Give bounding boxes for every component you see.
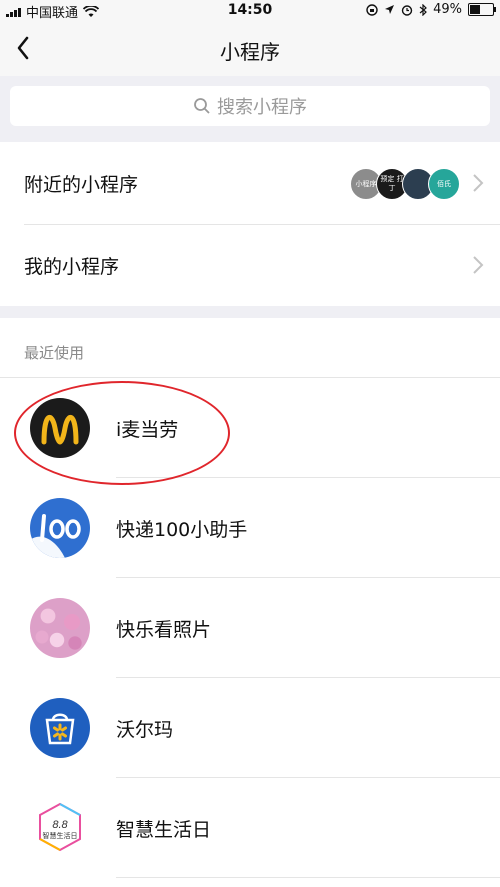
- item-name: 快递100小助手: [116, 519, 248, 541]
- battery-fill: [470, 5, 480, 14]
- nearby-avatars: 小程序 预定 打丁 佰氏: [350, 168, 460, 200]
- my-programs-label: 我的小程序: [24, 256, 120, 278]
- nearby-label: 附近的小程序: [24, 174, 139, 196]
- chevron-right-icon: [473, 256, 484, 274]
- search-icon: [194, 98, 210, 114]
- badge-88: 8.8: [52, 819, 68, 831]
- section-title: 最近使用: [24, 344, 85, 362]
- chevron-right-icon: [473, 174, 484, 192]
- search-input[interactable]: 搜索小程序: [10, 86, 490, 126]
- list-item[interactable]: 快递100小助手: [0, 478, 500, 578]
- orientation-lock-icon: [366, 3, 378, 16]
- mini-program-menu: 附近的小程序 小程序 预定 打丁 佰氏 我的小程序: [0, 142, 500, 306]
- smart-life-day-icon: 8.8 智慧生活日: [30, 798, 90, 858]
- status-bar: 中国联通 14:50 49%: [0, 0, 500, 21]
- battery-icon: [468, 3, 496, 16]
- recent-section: 最近使用 i麦当劳 快递100小助手 快乐看照片 沃尔玛 8.8 智慧生活日 智…: [0, 318, 500, 887]
- list-item[interactable]: 8.8 智慧生活日 智慧生活日: [0, 778, 500, 878]
- badge-88-sub: 智慧生活日: [43, 831, 78, 840]
- divider: [116, 877, 500, 878]
- status-right: 49%: [366, 2, 496, 17]
- nearby-mini-programs-row[interactable]: 附近的小程序 小程序 预定 打丁 佰氏: [0, 142, 500, 225]
- walmart-icon: [30, 698, 90, 758]
- mcdonalds-icon: [30, 398, 90, 458]
- nav-bar: 小程序: [0, 20, 500, 76]
- item-name: 沃尔玛: [116, 719, 174, 741]
- my-mini-programs-row[interactable]: 我的小程序: [0, 224, 500, 306]
- page-title: 小程序: [220, 40, 280, 64]
- nearby-avatar: 佰氏: [428, 168, 460, 200]
- location-icon: [385, 5, 395, 14]
- kuaidi100-icon: [30, 498, 90, 558]
- list-item[interactable]: 沃尔玛: [0, 678, 500, 778]
- list-item[interactable]: 快乐看照片: [0, 578, 500, 678]
- item-name: i麦当劳: [116, 419, 179, 441]
- item-name: 快乐看照片: [116, 619, 212, 641]
- search-placeholder: 搜索小程序: [217, 97, 307, 118]
- search-area: 搜索小程序: [0, 76, 500, 138]
- list-item[interactable]: i麦当劳: [0, 378, 500, 478]
- item-name: 智慧生活日: [116, 819, 212, 841]
- bluetooth-icon: [419, 3, 427, 16]
- flowers-photo-icon: [30, 598, 90, 658]
- alarm-icon: [401, 4, 413, 16]
- battery-percent: 49%: [433, 2, 462, 17]
